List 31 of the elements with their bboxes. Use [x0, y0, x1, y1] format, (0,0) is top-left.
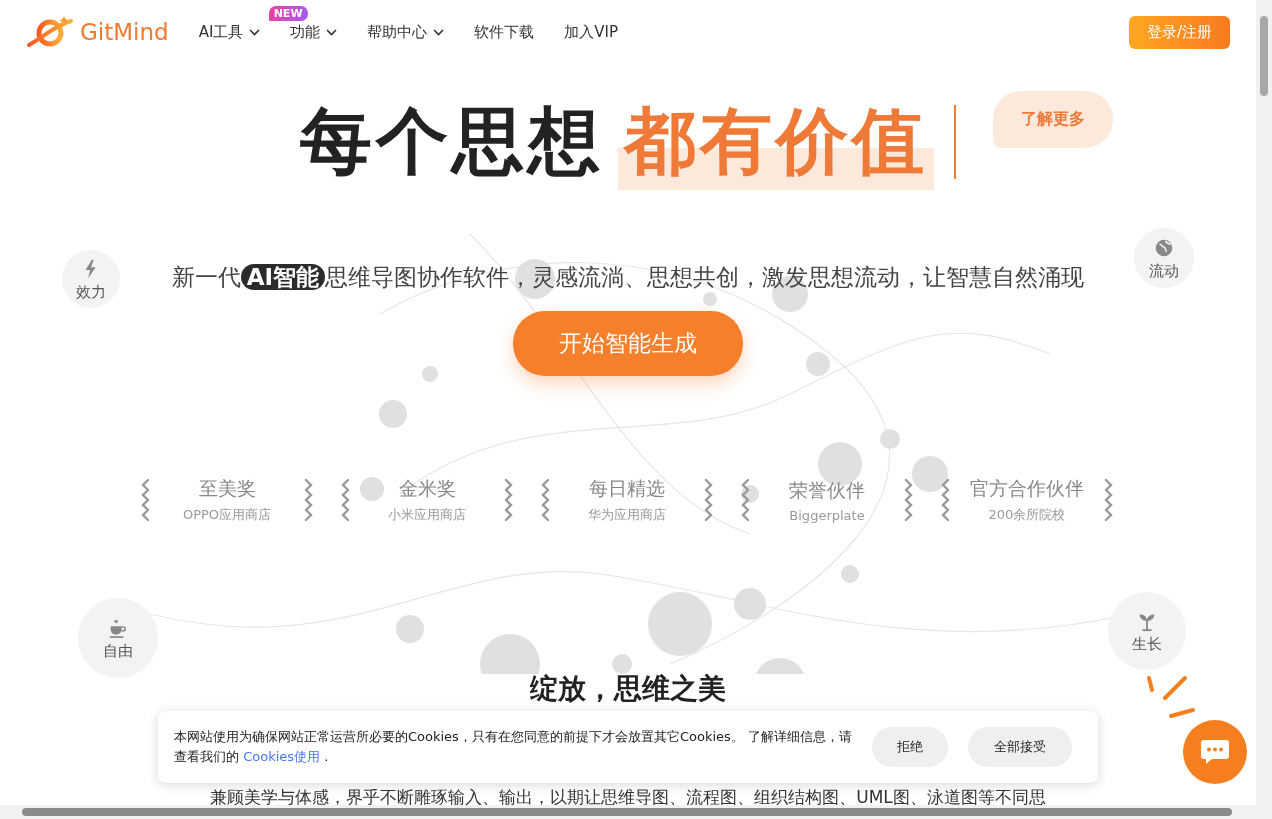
award-source: Biggerplate: [789, 507, 865, 523]
award-title: 荣誉伙伴: [789, 477, 865, 503]
section-heading: 绽放，思维之美: [530, 671, 726, 707]
new-badge: NEW: [268, 5, 308, 21]
nav-menu-item[interactable]: AI工具: [198, 22, 261, 42]
feature-badge: 生长: [1108, 592, 1186, 670]
award-title: 官方合作伙伴: [970, 476, 1084, 501]
nav-menu-item[interactable]: 帮助中心: [367, 22, 445, 42]
feature-badge: 流动: [1134, 228, 1194, 288]
gitmind-logo-icon: [26, 15, 74, 49]
award-source: 200余所院校: [988, 506, 1066, 524]
hero-title: 每个思想: [300, 98, 604, 185]
cookies-policy-link[interactable]: Cookies使用: [243, 749, 321, 764]
nav-menu-item[interactable]: 加入VIP: [564, 22, 619, 42]
award-title: 每日精选: [589, 476, 665, 501]
accept-all-button[interactable]: 全部接受: [968, 727, 1072, 767]
award-source: OPPO应用商店: [182, 506, 272, 524]
reject-button[interactable]: 拒绝: [872, 727, 948, 767]
award-source: 小米应用商店: [388, 506, 466, 524]
feature-badge: 效力: [62, 250, 120, 308]
section-description: 兼顾美学与体感，界乎不断雕琢输入、输出，以期让思维导图、流程图、组织结构图、UML图、泳道图等不同思: [209, 786, 1047, 805]
nav-menu-item[interactable]: 软件下载: [474, 22, 535, 42]
award-title: 金米奖: [398, 476, 456, 501]
award-source: 华为应用商店: [588, 506, 666, 524]
chat-bubble-icon: [1200, 738, 1230, 766]
nav-menu-item[interactable]: 功能: [290, 22, 338, 42]
feature-badge: 自由: [78, 598, 158, 678]
horizontal-scrollbar[interactable]: [0, 805, 1272, 819]
award-title: 至美奖: [198, 476, 256, 501]
vertical-scrollbar[interactable]: [1256, 0, 1272, 805]
cookie-notice-text: 本网站使用为确保网站正常运营所必要的Cookies，只有在您同意的前提下才会放置其它Cookies。 了解详细信息，请查看我们的 Cookies使用 .: [174, 728, 852, 766]
